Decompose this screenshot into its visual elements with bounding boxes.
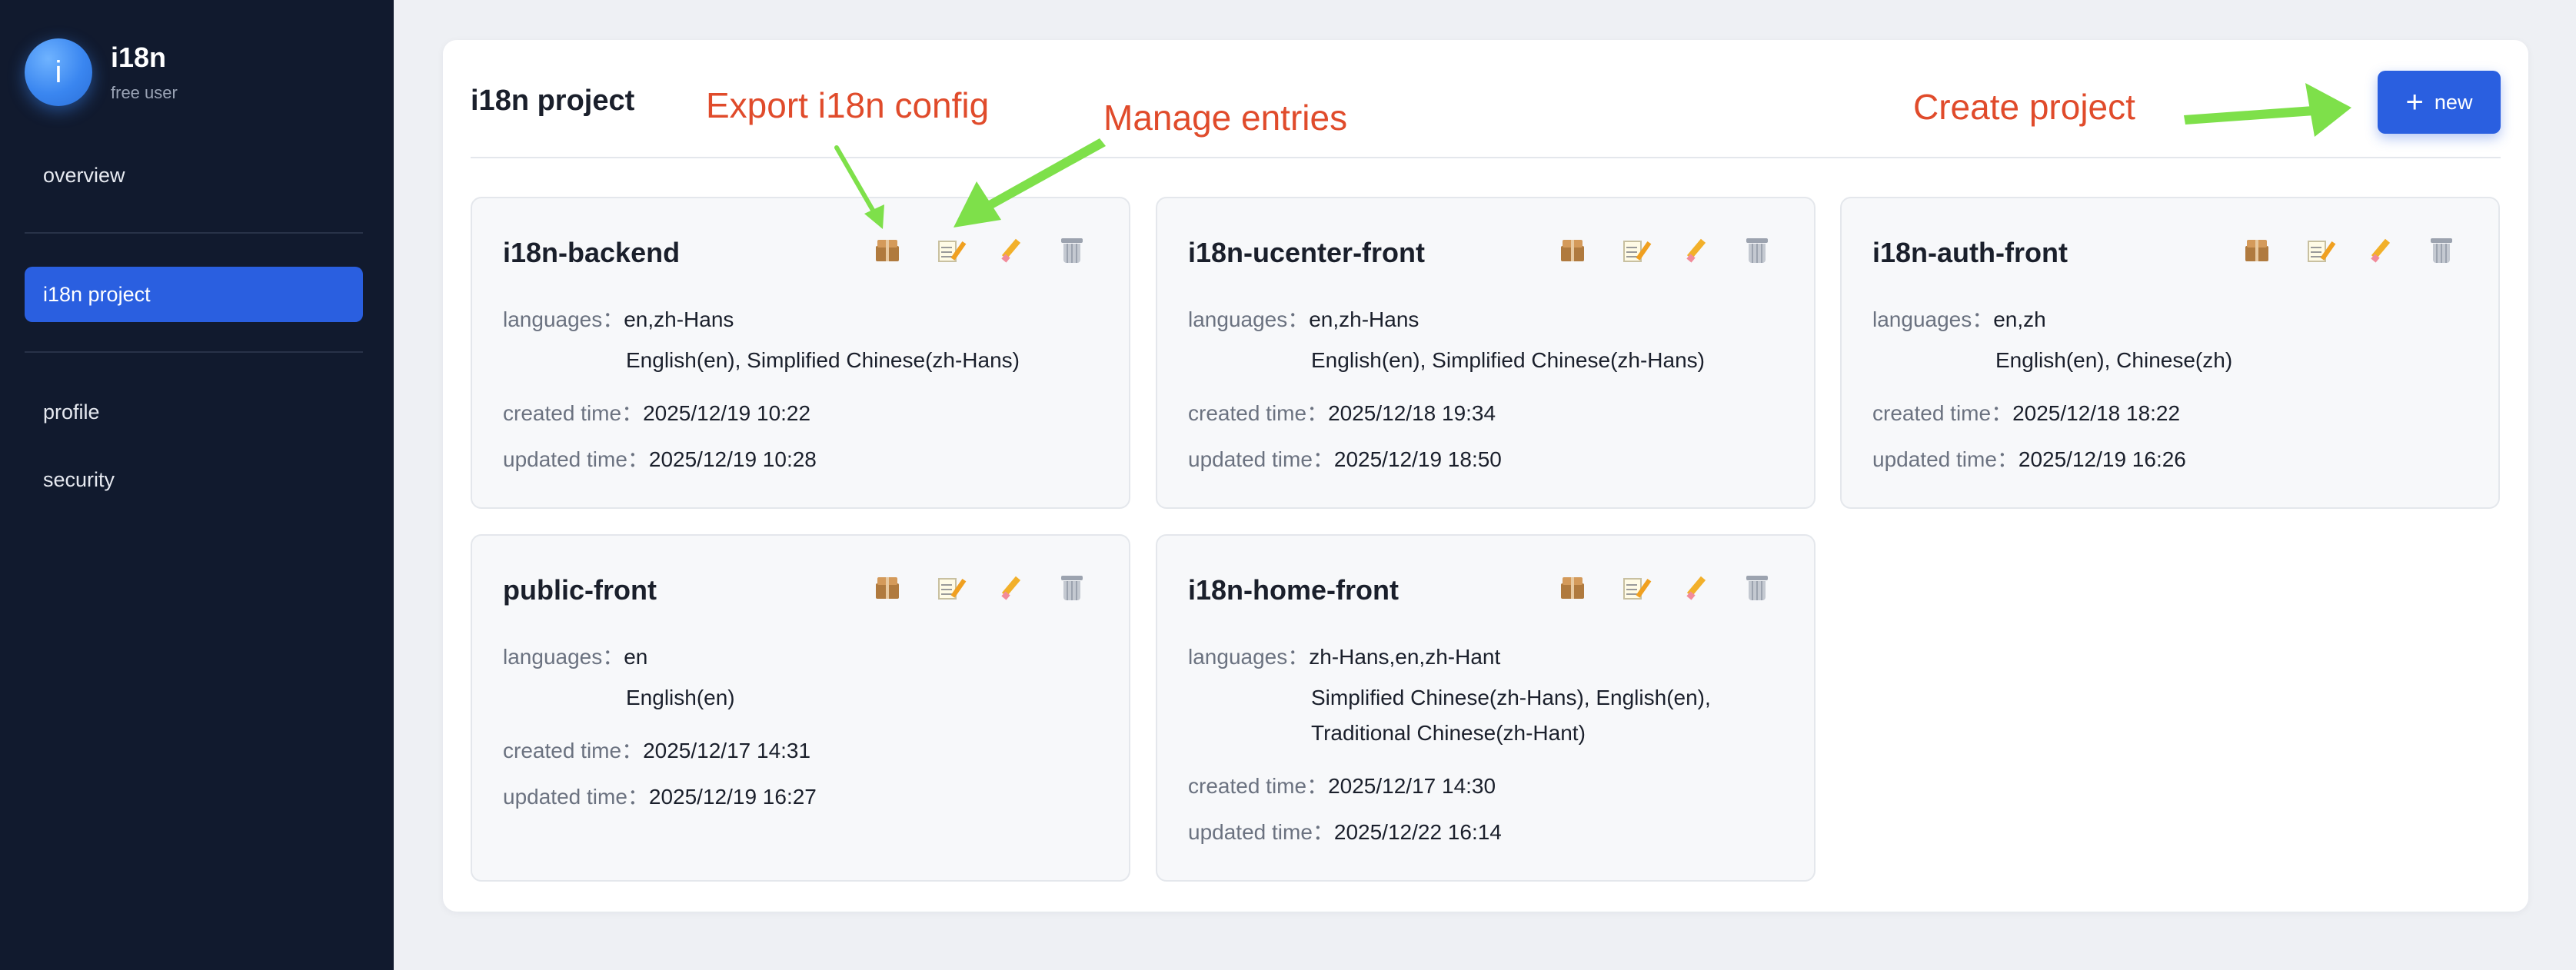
arrow-export-head (864, 204, 884, 229)
annotation-arrows (834, 83, 2351, 229)
arrow-export (834, 145, 879, 219)
arrow-create (2184, 106, 2315, 125)
arrow-create-head (2305, 83, 2351, 137)
arrow-manage (987, 138, 1106, 209)
